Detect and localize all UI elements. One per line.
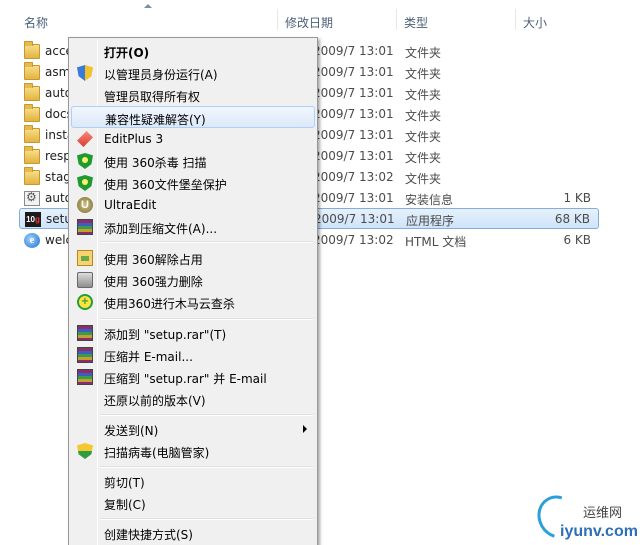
menu-separator [101,466,313,468]
file-date: 2009/7 13:01 [313,44,394,58]
column-header: 名称 修改日期 类型 大小 [0,0,644,40]
menu-item-add-to-archive[interactable]: 添加到压缩文件(A)... [71,216,315,238]
ultraedit-icon: U [77,197,93,213]
menu-item-run-as-admin[interactable]: 以管理员身份运行(A) [71,62,315,84]
file-type: 文件夹 [405,88,442,102]
file-type: 安装信息 [405,193,454,207]
360-unlock-icon [77,250,93,266]
file-date: 2009/7 13:01 [314,212,395,226]
file-date: 2009/7 13:01 [313,107,394,121]
winrar-icon [77,369,93,385]
submenu-arrow-icon [303,425,307,433]
menu-separator [101,518,313,520]
uac-shield-icon [77,65,93,81]
file-date: 2009/7 13:02 [313,233,394,247]
menu-item-restore-previous-versions[interactable]: 还原以前的版本(V) [71,388,315,410]
watermark-cn: 运维网 [583,506,623,521]
winrar-icon [77,347,93,363]
file-type: 文件夹 [405,130,442,144]
file-type: 文件夹 [405,67,442,81]
file-size: 6 KB [563,233,591,247]
file-type: 文件夹 [405,172,442,186]
menu-item-360-force-delete[interactable]: 使用 360强力删除 [71,269,315,291]
editplus-icon [77,131,93,147]
folder-icon [24,41,40,59]
menu-item-take-ownership[interactable]: 管理员取得所有权 [71,84,315,106]
context-menu: 打开(O) 以管理员身份运行(A) 管理员取得所有权 兼容性疑难解答(Y) Ed… [68,37,318,545]
file-size: 1 KB [563,191,591,205]
menu-item-ultraedit[interactable]: U UltraEdit [71,194,315,216]
column-divider[interactable] [515,9,516,30]
watermark-en: iyunv.com [560,523,638,540]
file-size: 68 KB [554,212,590,226]
menu-item-editplus[interactable]: EditPlus 3 [71,128,315,150]
column-divider[interactable] [277,9,278,30]
column-modified[interactable]: 修改日期 [285,14,333,31]
file-date: 2009/7 13:01 [313,149,394,163]
file-date: 2009/7 13:01 [313,65,394,79]
file-type: 应用程序 [406,214,455,228]
menu-item-troubleshoot-compatibility[interactable]: 兼容性疑难解答(Y) [71,106,315,128]
pc-manager-shield-icon [77,443,93,459]
menu-separator [101,318,313,320]
sort-ascending-icon [144,4,152,8]
folder-icon [24,104,40,122]
menu-item-create-shortcut[interactable]: 创建快捷方式(S) [71,522,315,544]
menu-item-add-to-setup-rar[interactable]: 添加到 "setup.rar"(T) [71,322,315,344]
file-date: 2009/7 13:01 [313,191,394,205]
folder-icon [24,167,40,185]
column-divider[interactable] [396,9,397,30]
column-name[interactable]: 名称 [24,14,48,31]
menu-item-send-to[interactable]: 发送到(N) [71,418,315,440]
shredder-icon [77,272,93,288]
menu-item-360-trojan-cloud-scan[interactable]: + 使用360进行木马云查杀 [71,291,315,313]
ie-html-icon: e [24,233,40,248]
menu-item-360-file-protect[interactable]: 使用 360文件堡垒保护 [71,172,315,194]
file-type: 文件夹 [405,46,442,60]
menu-item-copy[interactable]: 复制(C) [71,492,315,514]
menu-item-compress-rar-and-email[interactable]: 压缩到 "setup.rar" 并 E-mail [71,366,315,388]
360-cloud-scan-icon: + [77,294,93,310]
folder-icon [24,62,40,80]
menu-item-360-unlock[interactable]: 使用 360解除占用 [71,247,315,269]
file-date: 2009/7 13:02 [313,170,394,184]
file-type: 文件夹 [405,109,442,123]
file-date: 2009/7 13:01 [313,86,394,100]
folder-icon [24,125,40,143]
winrar-icon [77,219,93,235]
360-antivirus-icon [77,153,93,169]
menu-item-compress-and-email[interactable]: 压缩并 E-mail... [71,344,315,366]
file-date: 2009/7 13:01 [313,128,394,142]
file-type: 文件夹 [405,151,442,165]
menu-item-open[interactable]: 打开(O) [71,40,315,62]
folder-icon [24,146,40,164]
360-file-fortress-icon [77,175,93,191]
column-size[interactable]: 大小 [523,14,547,31]
menu-separator [101,241,313,243]
menu-item-360-antivirus-scan[interactable]: 使用 360杀毒 扫描 [71,150,315,172]
file-type: HTML 文档 [405,235,467,249]
menu-item-scan-virus-pc-manager[interactable]: 扫描病毒(电脑管家) [71,440,315,462]
oracle-exe-icon: 10g [25,212,41,227]
folder-icon [24,83,40,101]
menu-item-cut[interactable]: 剪切(T) [71,470,315,492]
column-type[interactable]: 类型 [404,14,428,31]
winrar-icon [77,325,93,341]
settings-file-icon [24,190,40,206]
menu-separator [101,414,313,416]
